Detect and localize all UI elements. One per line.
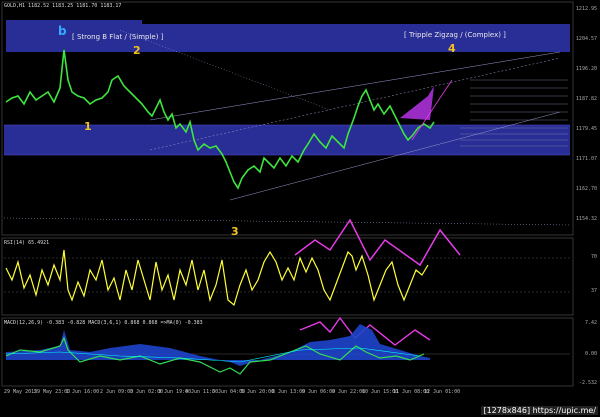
rsi-header: RSI(14) 65.4921: [4, 240, 50, 246]
price-chart: [1, 1, 574, 387]
wave-label-b: b: [58, 24, 67, 38]
price-tick: 1162.70: [575, 186, 597, 192]
strong-b-flat-label: [ Strong B Flat / (Simple) ]: [72, 33, 164, 41]
wave-label-1: 1: [84, 120, 92, 133]
time-tick: 8 Jun 13:00: [272, 389, 306, 395]
rsi-pane: [1, 237, 574, 316]
price-tick: 1154.32: [575, 216, 597, 222]
time-tick: 9 Jun 06:00: [302, 389, 336, 395]
macd-header: MACD(12,26,9) -0.383 -0.828 MACD(3,6,1) …: [4, 320, 203, 326]
price-tick: 1204.57: [575, 36, 597, 42]
wave-label-3: 3: [231, 225, 239, 238]
time-tick: 12 Jun 01:00: [424, 389, 461, 395]
time-tick: 2 Jun 09:00: [100, 389, 134, 395]
macd-level: 0.00: [584, 351, 597, 357]
price-tick: 1196.20: [575, 66, 597, 72]
rsi-level: 70: [590, 254, 597, 260]
watermark-label: [1278x846] https://upic.me/: [481, 406, 598, 415]
main-header: GOLD,H1 1182.52 1183.25 1181.70 1183.17: [4, 3, 122, 9]
time-tick: 9 Jun 22:00: [332, 389, 366, 395]
price-tick: 1171.07: [575, 156, 597, 162]
rsi-level: 37: [590, 288, 597, 294]
time-tick: 5 Jun 20:00: [241, 389, 275, 395]
price-tick: 1179.45: [575, 126, 597, 132]
time-tick: 1 Jun 16:00: [66, 389, 100, 395]
price-tick: 1212.95: [575, 6, 597, 12]
time-tick: 29 May 2015: [4, 389, 38, 395]
time-tick: 29 May 23:00: [34, 389, 71, 395]
wave-label-2: 2: [133, 44, 141, 57]
macd-level: 7.42: [584, 320, 597, 326]
macd-level: -2.532: [578, 380, 597, 386]
price-tick: 1187.82: [575, 96, 597, 102]
wave-label-4: 4: [448, 42, 456, 55]
triple-zigzag-label: [ Tripple Zigzag / (Complex) ]: [404, 31, 506, 39]
